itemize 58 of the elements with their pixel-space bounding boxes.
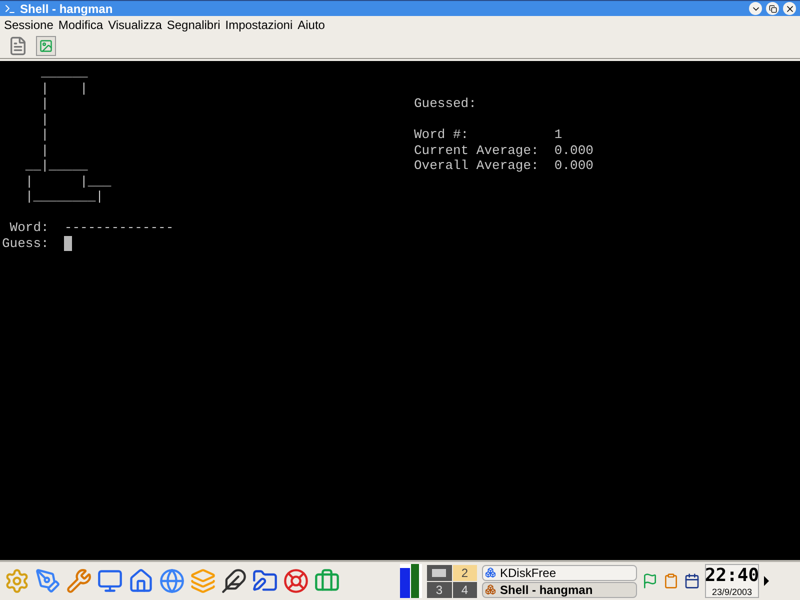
terminal-text: Overall Average: 0.000 [414, 158, 594, 174]
minimize-button[interactable] [749, 2, 762, 15]
boxes-icon [485, 584, 496, 595]
terminal-text: | [40, 96, 49, 112]
pen-icon[interactable] [35, 568, 61, 594]
terminal-text: | [40, 142, 49, 158]
menu-item[interactable]: Impostazioni [225, 16, 293, 34]
lifebuoy-icon[interactable] [283, 568, 309, 594]
house-icon[interactable] [128, 568, 154, 594]
terminal-text: Guessed: [414, 96, 476, 112]
new-session-icon[interactable] [8, 36, 28, 56]
menu-item[interactable]: Segnalibri [166, 16, 220, 34]
windows-icon [768, 4, 776, 12]
terminal-icon [4, 2, 16, 14]
maximize-button[interactable] [766, 2, 779, 15]
desktop-button[interactable]: 2 [452, 564, 477, 580]
image-button[interactable] [36, 36, 56, 56]
terminal-text: Word #: 1 [414, 127, 562, 142]
desktop-button[interactable]: 4 [452, 582, 477, 598]
fountain-pen-icon[interactable] [221, 568, 247, 594]
monitor-icon[interactable] [97, 568, 123, 594]
terminal-text: | |___ [24, 174, 112, 189]
system-monitor-icon [400, 564, 422, 598]
terminal-text: | [40, 112, 49, 127]
desktop-button[interactable]: 3 [427, 582, 452, 598]
terminal-text: | [40, 127, 49, 142]
terminal-text: ______ [40, 65, 88, 80]
window-title: Shell - hangman [20, 2, 113, 14]
menu-item[interactable]: Sessione [4, 16, 54, 34]
terminal[interactable]: ______ | | | | | | __|_____ | |___ |________| Word: -------------- Guess: Guessed: Word #: 1 Current Average: 0.000 Overall Average: 0.000 [0, 61, 800, 560]
terminal-text: Guess: [2, 236, 50, 251]
arrow-icon[interactable] [764, 576, 769, 586]
task-button[interactable]: Shell - hangman [482, 582, 637, 598]
folder-icon[interactable] [252, 568, 278, 594]
close-button[interactable] [783, 2, 796, 15]
wrench-icon[interactable] [66, 568, 92, 594]
terminal-text: __|_____ [24, 158, 88, 174]
menu-item[interactable]: Visualizza [108, 16, 162, 34]
globe-icon[interactable] [159, 568, 185, 594]
desktop-button[interactable] [427, 564, 452, 580]
terminal-text: |________| [24, 189, 104, 204]
close-icon [784, 4, 794, 14]
terminal-text: Word: -------------- [8, 220, 174, 236]
menu-item[interactable]: Aiuto [298, 16, 325, 34]
boxes-icon [485, 567, 496, 578]
terminal-text: Current Average: 0.000 [414, 142, 594, 158]
window-preview-icon [432, 568, 446, 576]
clock-date: 23/9/2003 [712, 587, 752, 597]
clipboard-icon[interactable] [663, 573, 679, 589]
menu-item[interactable]: Modifica [58, 16, 104, 34]
calendar-icon[interactable] [684, 573, 700, 589]
clock[interactable]: 22:40 23/9/2003 [705, 564, 759, 598]
terminal-text: | | [40, 80, 88, 96]
task-button[interactable]: KDiskFree [482, 564, 637, 580]
clock-time: 22:40 [704, 565, 760, 587]
flag-icon[interactable] [642, 573, 658, 589]
image-icon [39, 39, 53, 53]
briefcase-icon[interactable] [314, 568, 340, 594]
